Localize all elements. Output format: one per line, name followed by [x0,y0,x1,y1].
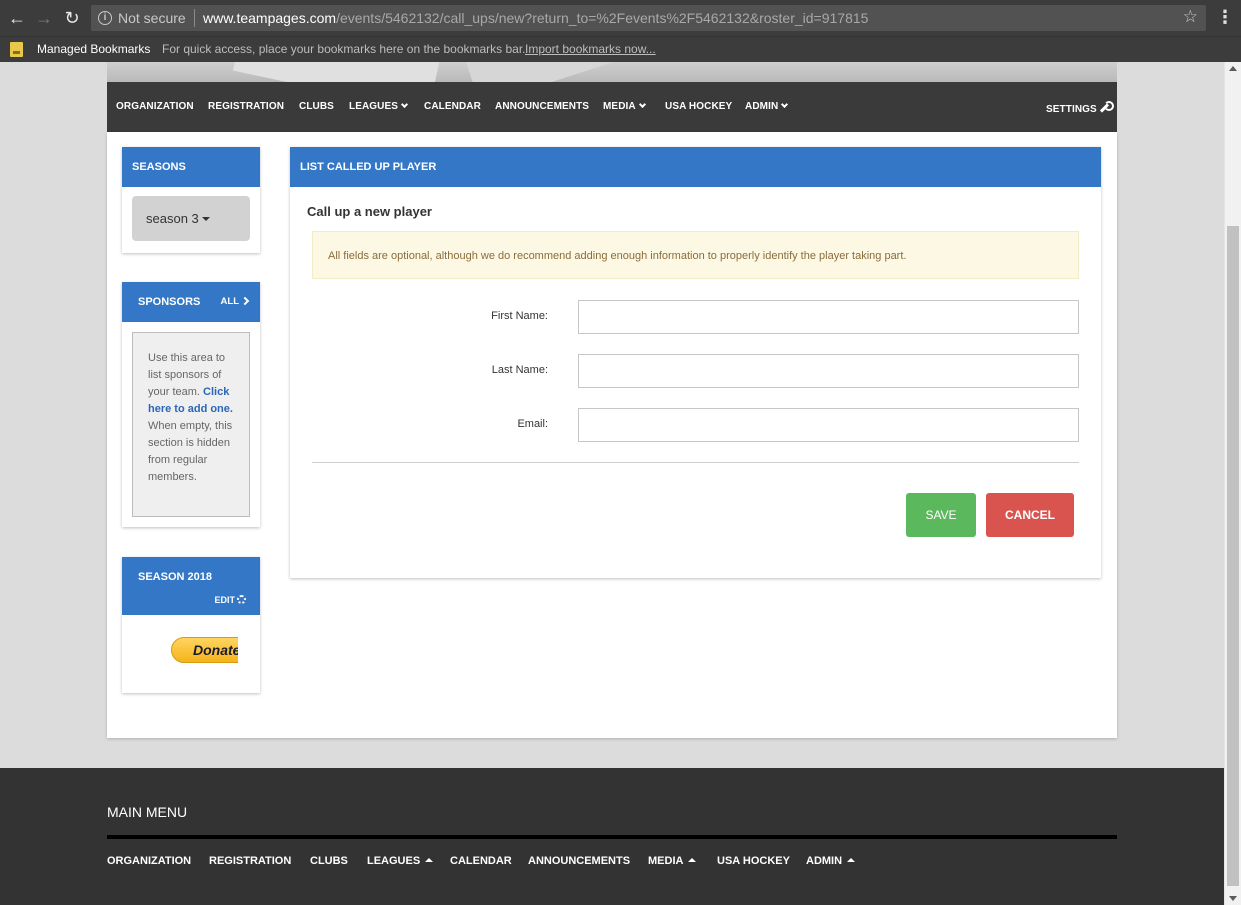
form-divider [312,462,1079,463]
reload-icon[interactable]: ↻ [61,7,83,29]
nav-settings[interactable]: SETTINGS [1046,101,1114,115]
sponsors-empty-note: Use this area to list sponsors of your t… [132,332,250,517]
first-name-input[interactable] [578,300,1079,334]
nav-settings-label: SETTINGS [1046,104,1097,115]
optional-fields-alert: All fields are optional, although we do … [312,231,1079,279]
url-host: www.teampages.com [203,10,337,26]
save-button[interactable]: SAVE [906,493,976,537]
back-icon[interactable]: ← [6,7,28,29]
footer-registration[interactable]: REGISTRATION [209,855,291,867]
email-input[interactable] [578,408,1079,442]
scroll-down-icon[interactable] [1229,896,1237,901]
footer-usa-hockey[interactable]: USA HOCKEY [717,855,790,867]
url-path: /events/5462132/call_ups/new?return_to=%… [336,10,869,26]
scroll-up-icon[interactable] [1229,66,1237,71]
footer-media-label: MEDIA [648,855,684,867]
season-2018-header: SEASON 2018 EDIT [122,557,260,615]
bookmark-star-icon[interactable]: ☆ [1183,7,1198,27]
footer-leagues-label: LEAGUES [367,855,421,867]
footer-divider [107,835,1117,839]
seasons-widget: SEASONS season 3 [122,147,260,253]
footer-title: MAIN MENU [107,804,188,820]
wrench-icon [1099,101,1114,113]
forward-icon[interactable]: → [33,7,55,29]
nav-media[interactable]: MEDIA [603,100,646,112]
donate-button[interactable]: Donate [171,637,238,663]
season-2018-title: SEASON 2018 [138,571,212,583]
url-text[interactable]: www.teampages.com/events/5462132/call_up… [203,10,868,26]
site-nav: ORGANIZATION REGISTRATION CLUBS LEAGUES … [107,82,1117,132]
nav-calendar[interactable]: CALENDAR [424,101,481,112]
import-bookmarks-link[interactable]: Import bookmarks now... [525,42,656,56]
footer-announcements[interactable]: ANNOUNCEMENTS [528,855,630,867]
browser-toolbar: ← → ↻ i Not secure www.teampages.com/eve… [0,0,1241,36]
address-bar[interactable]: i Not secure www.teampages.com/events/54… [91,5,1206,31]
url-separator [194,9,195,27]
last-name-input[interactable] [578,354,1079,388]
last-name-label: Last Name: [491,364,548,376]
seasons-title: SEASONS [122,147,260,187]
season-2018-widget: SEASON 2018 EDIT Donate [122,557,260,693]
bookmarks-bar: Managed Bookmarks For quick access, plac… [0,36,1241,62]
footer-media[interactable]: MEDIA [648,855,697,867]
nav-registration[interactable]: REGISTRATION [208,101,284,112]
sponsors-all-link[interactable]: ALL [220,296,250,307]
nav-organization[interactable]: ORGANIZATION [116,101,194,112]
footer-leagues[interactable]: LEAGUES [367,855,434,867]
chevron-right-icon [240,296,250,306]
footer-admin-label: ADMIN [806,855,843,867]
call-up-panel: LIST CALLED UP PLAYER Call up a new play… [290,147,1101,578]
caret-up-icon [847,858,856,862]
nav-leagues[interactable]: LEAGUES [349,100,409,112]
managed-bookmarks[interactable]: Managed Bookmarks [37,42,150,56]
gear-icon [237,595,246,604]
sponsors-all-label: ALL [220,296,239,307]
caret-up-icon [425,858,434,862]
nav-media-label: MEDIA [603,101,636,112]
nav-clubs[interactable]: CLUBS [299,101,334,112]
email-label: Email: [517,418,548,430]
first-name-label: First Name: [491,310,548,322]
bookmark-folder-icon [10,42,23,57]
chevron-down-icon [638,100,646,109]
footer-admin[interactable]: ADMIN [806,855,856,867]
info-icon[interactable]: i [98,11,112,25]
nav-admin[interactable]: ADMIN [745,100,789,112]
chevron-down-icon [781,100,789,109]
sponsors-title: SPONSORS [138,296,201,308]
season-2018-edit-link[interactable]: EDIT [214,594,246,605]
sponsors-text-2: When empty, this section is hidden from … [148,420,233,483]
bookmarks-hint: For quick access, place your bookmarks h… [162,42,526,56]
nav-leagues-label: LEAGUES [349,101,399,112]
footer-organization[interactable]: ORGANIZATION [107,855,191,867]
caret-down-icon [201,217,210,221]
cancel-button[interactable]: CANCEL [986,493,1074,537]
sponsors-widget: SPONSORS ALL Use this area to list spons… [122,282,260,527]
edit-label: EDIT [214,595,235,605]
season-dropdown[interactable]: season 3 [132,196,250,241]
sponsors-header: SPONSORS ALL [122,282,260,322]
season-selected: season 3 [146,211,199,226]
browser-menu-icon[interactable]: ⋮ [1216,6,1234,28]
panel-title: LIST CALLED UP PLAYER [290,147,1101,187]
nav-usa-hockey[interactable]: USA HOCKEY [665,101,732,112]
page-scrollbar[interactable] [1224,62,1241,905]
site-banner [107,62,1117,82]
footer-clubs[interactable]: CLUBS [310,855,348,867]
scroll-thumb[interactable] [1227,226,1239,886]
nav-announcements[interactable]: ANNOUNCEMENTS [495,101,589,112]
security-label: Not secure [118,10,186,26]
chevron-down-icon [401,100,409,109]
panel-subtitle: Call up a new player [307,204,432,219]
nav-admin-label: ADMIN [745,101,779,112]
footer: MAIN MENU ORGANIZATION REGISTRATION CLUB… [0,768,1224,905]
footer-calendar[interactable]: CALENDAR [450,855,512,867]
donate-button-wrap: Donate [171,637,238,663]
caret-up-icon [688,858,697,862]
